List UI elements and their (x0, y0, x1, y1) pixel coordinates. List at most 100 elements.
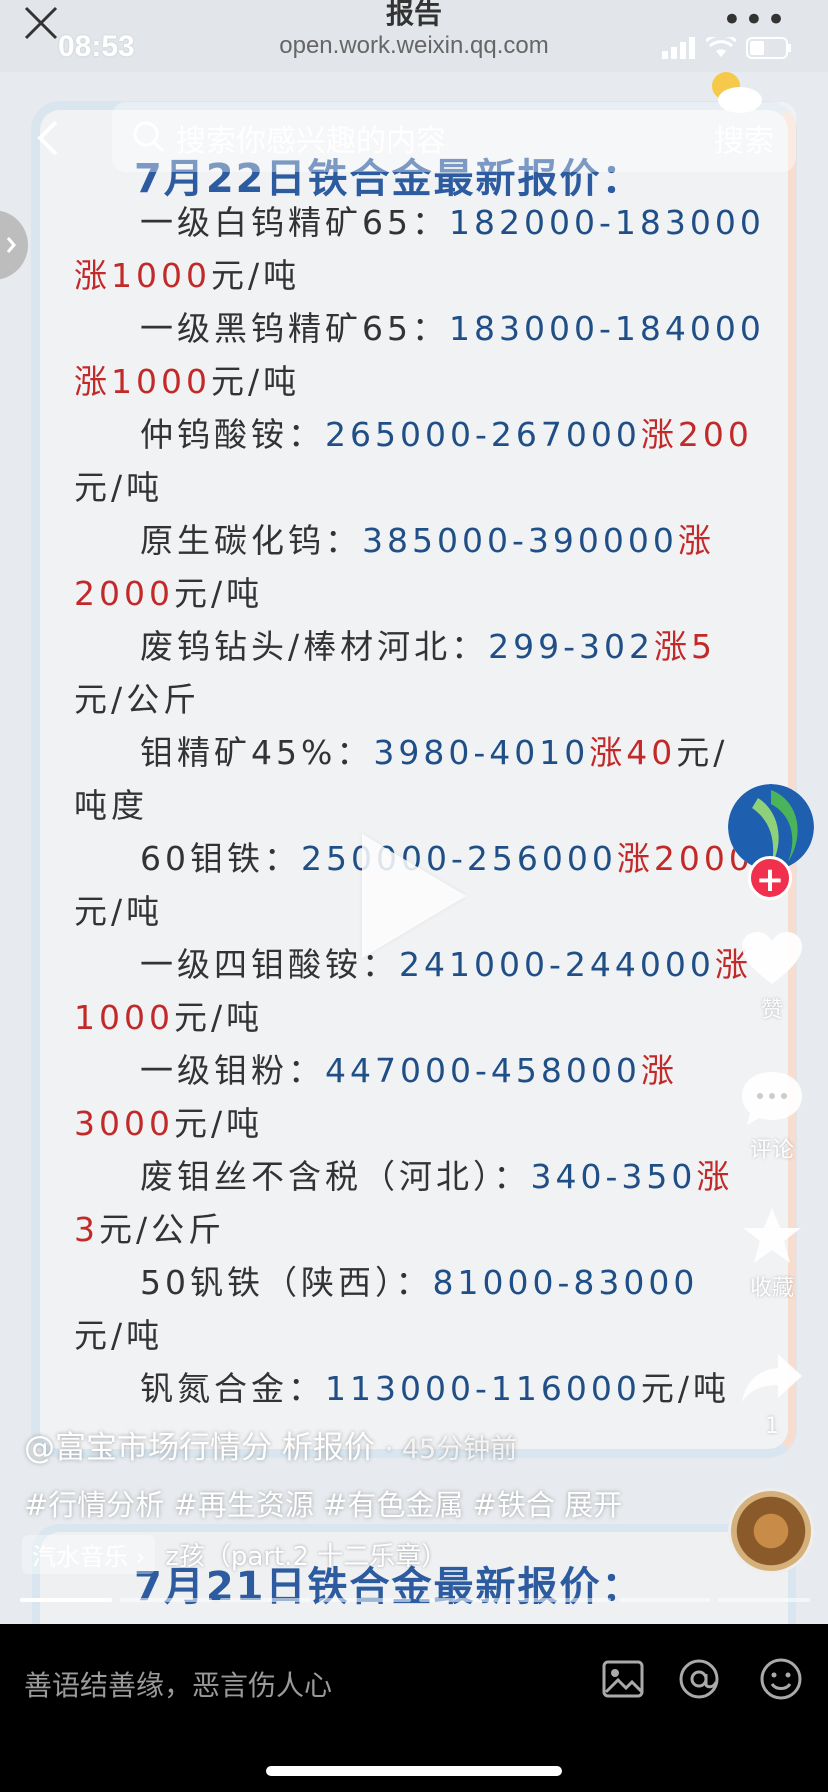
price-line: 1000元/吨 (74, 991, 764, 1044)
price-line: 废钨钻头/棒材河北：299-302涨5 (74, 620, 764, 673)
price-change: 3000 (74, 1104, 174, 1143)
price-list: 一级白钨精矿65：182000-183000 涨1000元/吨 一级黑钨精矿65：1… (74, 196, 764, 1415)
music-source-tag[interactable]: 汽水音乐 › (22, 1534, 156, 1574)
price-item-label: 原生碳化钨： (140, 521, 362, 560)
side-expand-handle[interactable] (0, 210, 28, 280)
price-line: 一级钼粉：447000-458000涨 (74, 1044, 764, 1097)
price-line: 钒氮合金：113000-116000元/吨 (74, 1362, 764, 1415)
price-line: 元/吨 (74, 1309, 764, 1362)
window-title: 报告 (385, 0, 442, 30)
price-range: 81000-83000 (432, 1263, 699, 1302)
price-range: 182000-183000 (449, 203, 765, 242)
price-line: 吨度 (74, 779, 764, 832)
price-unit: 元/吨 (173, 998, 264, 1037)
price-change: 涨 (640, 1051, 678, 1090)
price-line: 涨1000元/吨 (74, 355, 764, 408)
price-item-label: 元/吨 (74, 468, 164, 507)
price-range: 113000-116000 (325, 1369, 641, 1408)
price-item-label: 吨度 (74, 786, 148, 825)
price-line: 废钼丝不含税（河北）：340-350涨 (74, 1150, 764, 1203)
status-time: 08:53 (58, 30, 135, 63)
comment-bar: 善语结善缘，恶言伤人心 (0, 1624, 828, 1792)
price-change: 涨 (677, 521, 715, 560)
author-name[interactable]: @富宝市场行情分 析报价 (24, 1430, 375, 1466)
price-range: 183000-184000 (449, 309, 765, 348)
search-button[interactable]: 搜索 (714, 116, 774, 160)
price-change: 涨5 (654, 627, 717, 666)
progress-segment (718, 1598, 810, 1602)
price-item-label: 一级黑钨精矿65： (140, 309, 449, 348)
progress-indicator (20, 1598, 810, 1602)
progress-segment (618, 1598, 711, 1602)
mention-icon[interactable] (676, 1656, 722, 1702)
comment-button[interactable]: 评论 (724, 1068, 820, 1164)
follow-button[interactable]: + (748, 856, 792, 900)
price-range: 340-350 (530, 1157, 697, 1196)
emoji-icon[interactable] (758, 1656, 804, 1702)
music-title: z孩（part.2 十二乐章） (165, 1541, 448, 1572)
share-button[interactable]: 1 (724, 1350, 820, 1439)
price-item-label: 一级白钨精矿65： (140, 203, 449, 242)
price-item-label: 元/公斤 (74, 680, 201, 719)
progress-segment (20, 1598, 112, 1602)
favorite-button[interactable]: 收藏 (724, 1206, 820, 1302)
price-item-label: 50钒铁（陕西）： (140, 1263, 433, 1302)
price-unit: 元/公斤 (99, 1210, 226, 1249)
signal-icon (662, 37, 695, 59)
progress-segment (518, 1598, 611, 1602)
price-range: 385000-390000 (362, 521, 678, 560)
price-line: 3元/公斤 (74, 1203, 764, 1256)
favorite-label: 收藏 (749, 1276, 794, 1301)
price-line: 3000元/吨 (74, 1097, 764, 1150)
heart-icon (742, 932, 802, 984)
price-change: 涨1000 (74, 256, 211, 295)
progress-segment (219, 1598, 312, 1602)
progress-segment (419, 1598, 511, 1602)
wifi-icon (706, 37, 736, 57)
like-label: 赞 (760, 998, 783, 1023)
price-item-label: 废钼丝不含税（河北）： (140, 1157, 531, 1196)
price-item-label: 60钼铁： (140, 839, 301, 878)
price-range: 3980-4010 (373, 733, 590, 772)
price-unit: 元/吨 (210, 256, 301, 295)
price-range: 265000-267000 (325, 415, 641, 454)
play-icon[interactable] (362, 834, 466, 958)
progress-segment (119, 1598, 212, 1602)
price-unit: 元/吨 (173, 1104, 264, 1143)
status-icons (662, 36, 792, 60)
chevron-right-icon (6, 237, 16, 253)
top-bar: 报告 open.work.weixin.qq.com 08:53 ••• (0, 0, 828, 72)
back-icon[interactable] (34, 118, 60, 158)
battery-icon (746, 37, 791, 59)
price-line: 一级黑钨精矿65：183000-184000 (74, 302, 764, 355)
price-unit: 元/ (676, 733, 729, 772)
search-bar[interactable]: 搜索你感兴趣的内容 搜索 (112, 102, 796, 172)
price-line: 涨1000元/吨 (74, 249, 764, 302)
comment-icon (742, 1072, 802, 1125)
price-line: 2000元/吨 (74, 567, 764, 620)
more-icon[interactable]: ••• (722, 3, 788, 37)
price-change: 3 (74, 1210, 99, 1249)
price-item-label: 一级钼粉： (140, 1051, 325, 1090)
music-info[interactable]: 汽水音乐 › z孩（part.2 十二乐章） (22, 1534, 447, 1574)
price-item-label: 一级四钼酸铵： (140, 945, 399, 984)
price-range: 299-302 (488, 627, 655, 666)
star-icon (743, 1208, 801, 1263)
music-disc-icon[interactable] (728, 1488, 814, 1574)
price-item-label: 元/吨 (74, 1316, 164, 1355)
share-count: 1 (765, 1414, 779, 1439)
comment-input[interactable]: 善语结善缘，恶言伤人心 (24, 1664, 332, 1704)
post-time: · 45分钟前 (384, 1434, 518, 1465)
like-button[interactable]: 赞 (724, 930, 820, 1024)
image-icon[interactable] (600, 1656, 646, 1702)
author-line[interactable]: @富宝市场行情分 析报价 · 45分钟前 (24, 1422, 517, 1467)
post-tags[interactable]: #行情分析 #再生资源 #有色金属 #铁合 展开 (24, 1482, 622, 1524)
price-item-label: 元/吨 (74, 892, 164, 931)
price-item-label: 仲钨酸铵： (140, 415, 325, 454)
price-line: 元/吨 (74, 461, 764, 514)
price-change: 涨40 (589, 733, 677, 772)
price-range: 447000-458000 (325, 1051, 641, 1090)
progress-segment (319, 1598, 411, 1602)
search-input[interactable]: 搜索你感兴趣的内容 (176, 116, 446, 160)
price-line: 仲钨酸铵：265000-267000涨200 (74, 408, 764, 461)
